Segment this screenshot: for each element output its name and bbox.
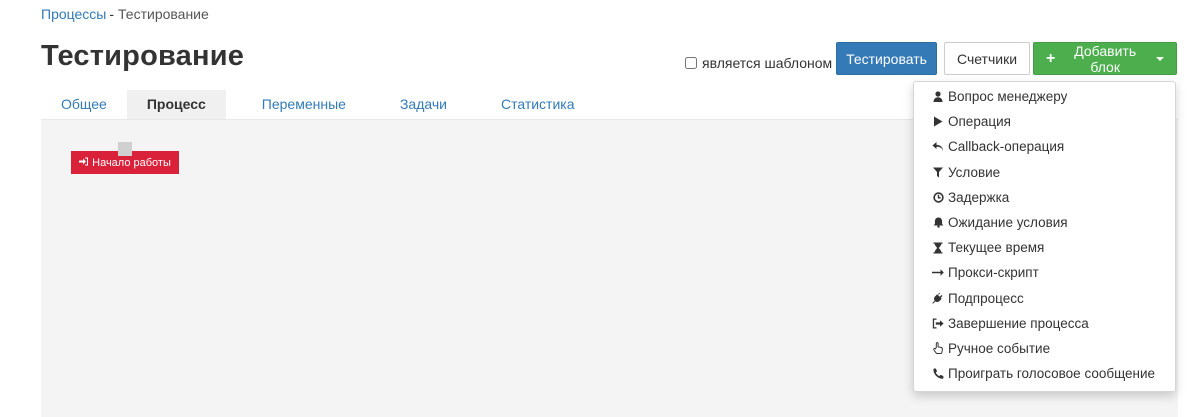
menu-item-current-time[interactable]: Текущее время bbox=[914, 235, 1175, 260]
page-title: Тестирование bbox=[41, 40, 245, 72]
add-block-label: Добавить блок bbox=[1074, 42, 1137, 75]
sign-in-icon bbox=[79, 157, 92, 169]
template-checkbox-text: является шаблоном bbox=[702, 55, 833, 71]
menu-item-manual-event[interactable]: Ручное событие bbox=[914, 336, 1175, 361]
menu-item-label: Завершение процесса bbox=[948, 315, 1089, 331]
filter-icon bbox=[932, 166, 944, 178]
tab-general[interactable]: Общее bbox=[41, 90, 127, 119]
breadcrumb: Процессы - Тестирование bbox=[41, 6, 209, 22]
menu-item-label: Прокси-скрипт bbox=[948, 265, 1039, 281]
tabs: Общее Процесс Переменные Задачи Статисти… bbox=[41, 90, 595, 119]
menu-item-callback-operation[interactable]: Callback-операция bbox=[914, 134, 1175, 159]
menu-item-condition[interactable]: Условие bbox=[914, 160, 1175, 185]
breadcrumb-current: Тестирование bbox=[118, 6, 209, 22]
menu-item-label: Callback-операция bbox=[948, 139, 1065, 155]
template-checkbox[interactable] bbox=[685, 57, 697, 69]
start-node-label: Начало работы bbox=[92, 156, 171, 169]
menu-item-label: Подпроцесс bbox=[948, 290, 1024, 306]
bell-icon bbox=[932, 217, 944, 229]
reply-icon bbox=[932, 141, 944, 153]
menu-item-label: Текущее время bbox=[948, 240, 1045, 256]
menu-item-manager-question[interactable]: Вопрос менеджеру bbox=[914, 84, 1175, 109]
plus-icon: + bbox=[1046, 49, 1056, 67]
start-node-connector[interactable] bbox=[118, 142, 132, 156]
start-node[interactable]: Начало работы bbox=[71, 142, 179, 174]
tab-process[interactable]: Процесс bbox=[126, 90, 226, 119]
template-checkbox-label[interactable]: является шаблоном bbox=[685, 55, 832, 71]
menu-item-label: Операция bbox=[948, 114, 1011, 130]
test-button[interactable]: Тестировать bbox=[836, 42, 937, 75]
hand-pointer-icon bbox=[932, 342, 944, 355]
counters-button[interactable]: Счетчики bbox=[944, 42, 1030, 75]
menu-item-label: Задержка bbox=[948, 189, 1010, 205]
tab-tasks[interactable]: Задачи bbox=[366, 90, 467, 119]
sign-out-icon bbox=[932, 317, 944, 329]
phone-icon bbox=[932, 368, 944, 380]
menu-item-label: Ожидание условия bbox=[948, 215, 1068, 231]
play-icon bbox=[932, 116, 944, 128]
menu-item-wait-condition[interactable]: Ожидание условия bbox=[914, 210, 1175, 235]
menu-item-label: Проиграть голосовое сообщение bbox=[948, 366, 1156, 382]
menu-item-proxy-script[interactable]: Прокси-скрипт bbox=[914, 260, 1175, 285]
menu-item-subprocess[interactable]: Подпроцесс bbox=[914, 286, 1175, 311]
add-block-dropdown: Вопрос менеджеру Операция Callback-опера… bbox=[913, 81, 1176, 392]
user-icon bbox=[932, 91, 944, 103]
menu-item-delay[interactable]: Задержка bbox=[914, 185, 1175, 210]
menu-item-process-end[interactable]: Завершение процесса bbox=[914, 311, 1175, 336]
menu-item-play-voice-message[interactable]: Проиграть голосовое сообщение bbox=[914, 361, 1175, 386]
plug-icon bbox=[932, 292, 944, 304]
menu-item-label: Условие bbox=[948, 164, 1001, 180]
menu-item-label: Ручное событие bbox=[948, 340, 1051, 356]
menu-item-operation[interactable]: Операция bbox=[914, 109, 1175, 134]
add-block-button[interactable]: + Добавить блок bbox=[1033, 42, 1177, 75]
hourglass-icon bbox=[932, 242, 944, 254]
menu-item-label: Вопрос менеджеру bbox=[948, 89, 1068, 105]
arrow-right-icon bbox=[932, 267, 944, 279]
tab-statistics[interactable]: Статистика bbox=[467, 90, 595, 119]
caret-down-icon bbox=[1156, 56, 1164, 61]
tab-variables[interactable]: Переменные bbox=[226, 90, 366, 119]
breadcrumb-link-processes[interactable]: Процессы bbox=[41, 6, 106, 22]
breadcrumb-separator: - bbox=[109, 6, 115, 22]
clock-icon bbox=[932, 191, 944, 203]
